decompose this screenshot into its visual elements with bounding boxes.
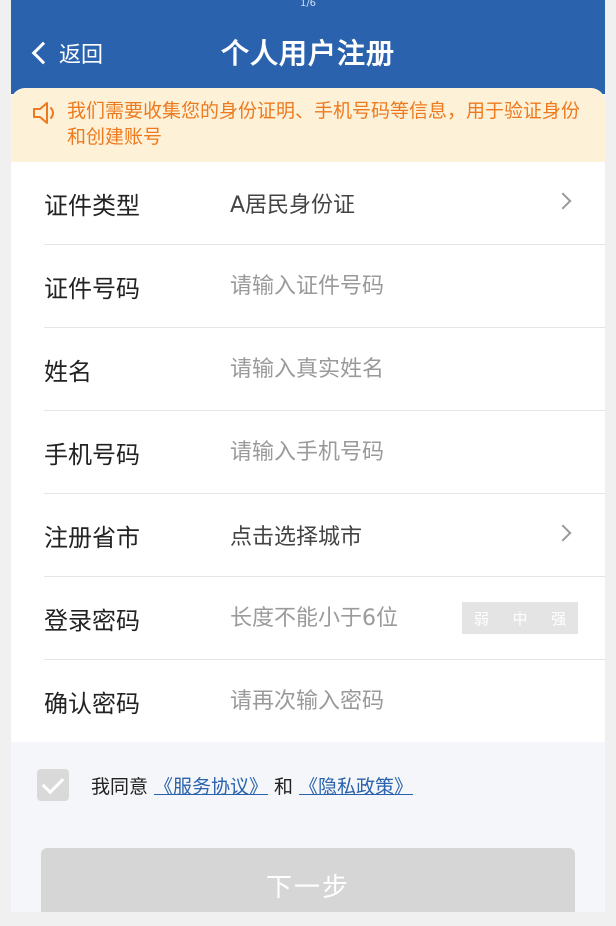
password-label: 登录密码 <box>44 606 140 635</box>
confirm-password-row: 确认密码 <box>44 660 605 743</box>
agree-checkbox[interactable] <box>37 769 69 801</box>
chevron-right-icon <box>554 192 572 210</box>
id-type-value: A居民身份证 <box>230 193 356 218</box>
password-input[interactable] <box>230 605 460 631</box>
city-label: 注册省市 <box>44 523 140 552</box>
id-number-label: 证件号码 <box>44 274 140 303</box>
strength-strong: 强 <box>551 609 567 628</box>
strength-medium: 中 <box>512 609 528 628</box>
password-row: 登录密码 弱 中 强 <box>44 577 605 660</box>
agree-prefix: 我同意 <box>91 775 149 798</box>
app-screen: 1/6 返回 个人用户注册 我们需要收集您的身份证明、手机号码等信息，用于验证身… <box>11 0 605 912</box>
next-button[interactable]: 下一步 <box>41 848 575 912</box>
name-input[interactable] <box>230 356 460 382</box>
status-text: 1/6 <box>299 0 317 9</box>
id-type-row[interactable]: 证件类型 A居民身份证 <box>44 162 605 245</box>
id-type-label: 证件类型 <box>44 191 140 220</box>
name-label: 姓名 <box>44 357 92 386</box>
privacy-policy-link[interactable]: 《隐私政策》 <box>299 772 413 799</box>
password-strength-meter: 弱 中 强 <box>462 602 578 634</box>
header: 返回 个人用户注册 <box>11 14 605 94</box>
phone-label: 手机号码 <box>44 440 140 469</box>
status-bar: 1/6 <box>11 0 605 14</box>
agreement-row: 我同意 《服务协议》 和 《隐私政策》 <box>37 768 419 802</box>
page-title: 个人用户注册 <box>220 37 395 70</box>
strength-weak: 弱 <box>473 609 489 628</box>
confirm-password-label: 确认密码 <box>44 690 140 718</box>
registration-form: 证件类型 A居民身份证 证件号码 姓名 手机号码 注册省市 点击选择城市 登录密… <box>11 162 605 742</box>
id-number-input[interactable] <box>230 273 460 299</box>
city-value: 点击选择城市 <box>230 525 363 550</box>
speaker-icon <box>33 102 54 124</box>
notice-banner: 我们需要收集您的身份证明、手机号码等信息，用于验证身份和创建账号 <box>11 88 605 162</box>
name-row: 姓名 <box>44 328 605 411</box>
id-number-row: 证件号码 <box>44 245 605 328</box>
city-row[interactable]: 注册省市 点击选择城市 <box>44 494 605 577</box>
notice-text: 我们需要收集您的身份证明、手机号码等信息，用于验证身份和创建账号 <box>67 100 581 148</box>
service-agreement-link[interactable]: 《服务协议》 <box>154 772 268 799</box>
phone-input[interactable] <box>230 439 460 465</box>
chevron-right-icon <box>554 524 572 542</box>
confirm-password-input[interactable] <box>230 689 460 714</box>
agree-and: 和 <box>274 775 294 798</box>
phone-row: 手机号码 <box>44 411 605 494</box>
